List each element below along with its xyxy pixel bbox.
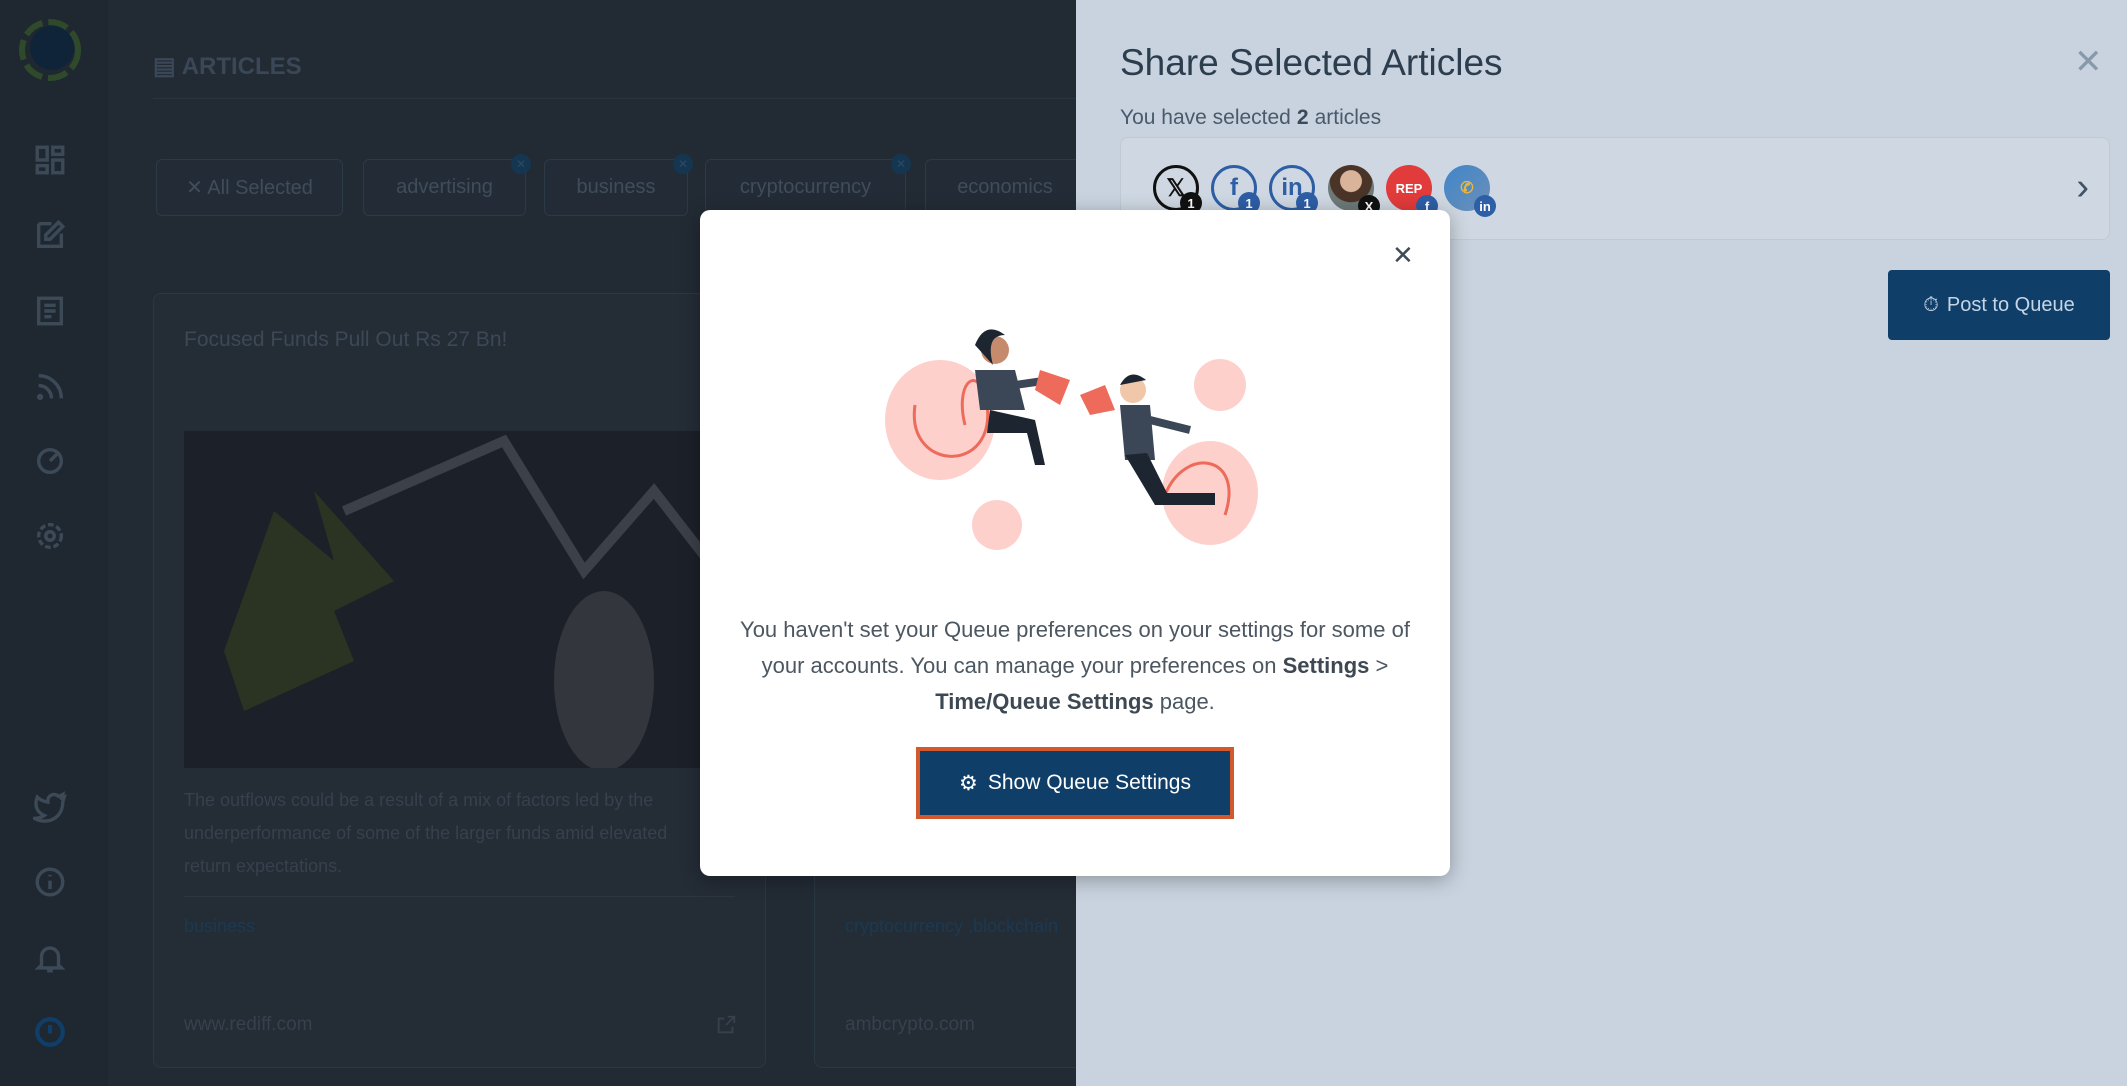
- app-logo[interactable]: [18, 18, 82, 82]
- article-card[interactable]: Focused Funds Pull Out Rs 27 Bn! The out…: [153, 293, 766, 1068]
- divider: [184, 896, 735, 897]
- post-to-queue-button[interactable]: ⏱ Post to Queue: [1888, 270, 2110, 340]
- selection-summary: You have selected 2 articles: [1120, 106, 1382, 129]
- remove-chip-icon[interactable]: ✕: [673, 154, 693, 174]
- remove-chip-icon[interactable]: ✕: [891, 154, 911, 174]
- bell-icon[interactable]: [32, 940, 68, 976]
- queue-warning-message: You haven't set your Queue preferences o…: [740, 617, 1410, 714]
- newspaper-icon: ▤: [153, 53, 176, 80]
- chip-business[interactable]: business ✕: [544, 154, 693, 216]
- red-account-avatar[interactable]: REP f: [1386, 165, 1438, 217]
- show-queue-settings-button[interactable]: ⚙ Show Queue Settings: [916, 747, 1234, 819]
- external-link-icon[interactable]: [715, 1014, 737, 1036]
- compose-icon[interactable]: [32, 217, 68, 253]
- rss-icon[interactable]: [32, 369, 68, 405]
- article-tags[interactable]: cryptocurrency ,blockchain: [845, 916, 1058, 937]
- chip-advertising[interactable]: advertising ✕: [363, 154, 531, 216]
- linkedin-account-avatar[interactable]: in 1: [1269, 165, 1318, 214]
- page-title: ▤ ARTICLES: [153, 52, 302, 81]
- chevron-right-icon[interactable]: ›: [2076, 166, 2089, 209]
- close-panel-icon[interactable]: ✕: [2074, 42, 2103, 82]
- article-title[interactable]: Focused Funds Pull Out Rs 27 Bn!: [184, 328, 507, 352]
- facebook-account-avatar[interactable]: f1: [1211, 165, 1260, 214]
- divider: [153, 98, 1076, 99]
- dashboard-icon[interactable]: [32, 142, 68, 178]
- selected-count: 2: [1296, 106, 1309, 129]
- unplugged-illustration: [885, 329, 1258, 550]
- article-description: The outflows could be a result of a mix …: [184, 790, 668, 876]
- article-tags[interactable]: business: [184, 916, 255, 937]
- articles-icon[interactable]: [32, 293, 68, 329]
- panel-title: Share Selected Articles: [1120, 42, 1503, 83]
- remove-chip-icon[interactable]: ✕: [511, 154, 531, 174]
- article-domain: www.rediff.com: [184, 1014, 313, 1035]
- profile-account-avatar[interactable]: X: [1328, 165, 1380, 217]
- close-modal-icon[interactable]: ✕: [1392, 240, 1414, 271]
- chip-economics[interactable]: economics: [925, 159, 1085, 216]
- stopwatch-icon: ⏱: [1923, 293, 1939, 316]
- chip-all-selected[interactable]: ✕ All Selected: [156, 159, 343, 216]
- chip-cryptocurrency[interactable]: cryptocurrency ✕: [705, 154, 911, 216]
- x-account-avatar[interactable]: 𝕏1: [1153, 165, 1202, 214]
- article-image: [184, 431, 724, 768]
- info-icon[interactable]: [32, 864, 68, 900]
- gear-icon[interactable]: [32, 518, 68, 554]
- queue-settings-modal: ✕ You haven't set your Queue preferences…: [700, 210, 1450, 876]
- blue-account-avatar[interactable]: ✆ in: [1444, 165, 1496, 217]
- twitter-icon[interactable]: [32, 789, 68, 825]
- sidebar: [0, 0, 108, 1086]
- analytics-icon[interactable]: [32, 443, 68, 479]
- cogs-icon: ⚙: [959, 771, 978, 795]
- article-domain: ambcrypto.com: [845, 1014, 975, 1035]
- power-icon[interactable]: [32, 1014, 68, 1050]
